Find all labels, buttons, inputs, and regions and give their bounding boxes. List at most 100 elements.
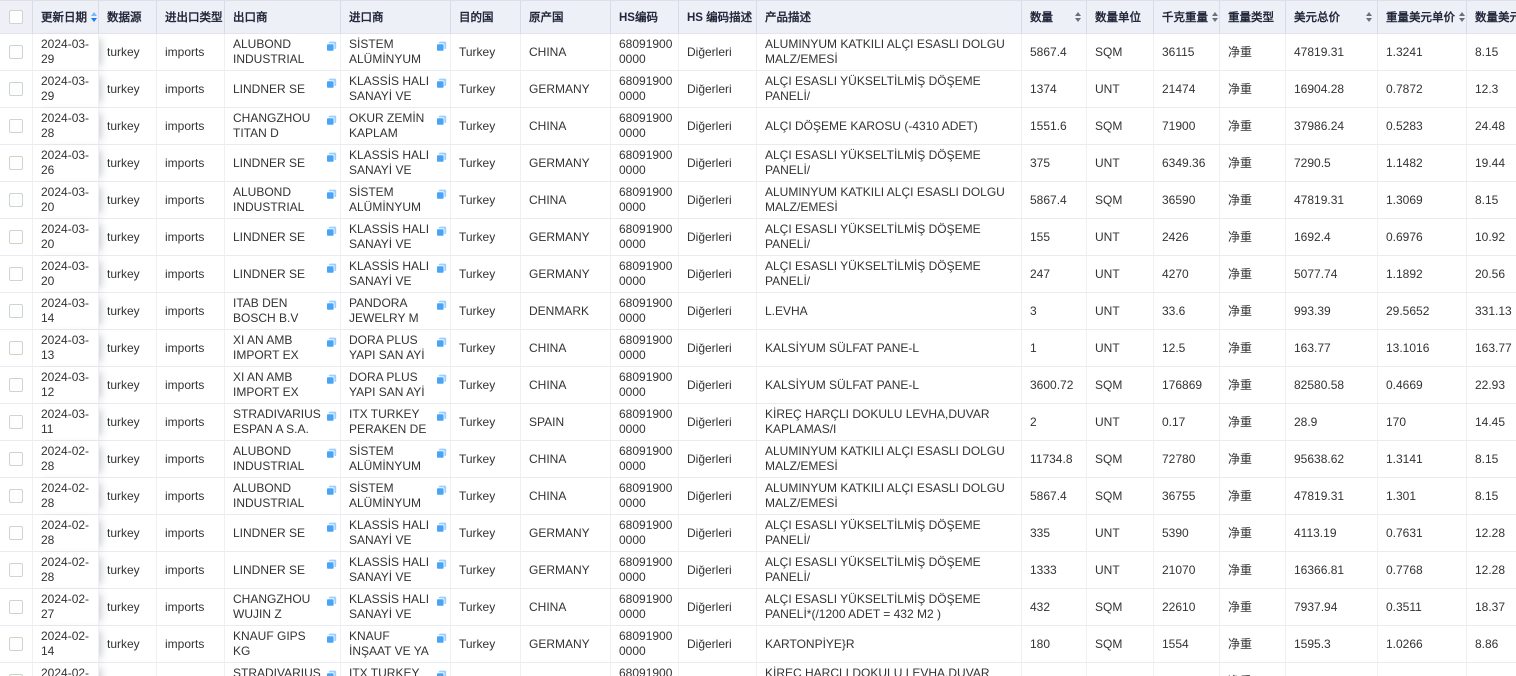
copy-icon[interactable] <box>326 189 337 200</box>
cell-text: LINDNER SE <box>233 230 323 245</box>
copy-icon[interactable] <box>436 411 447 422</box>
copy-icon[interactable] <box>326 559 337 570</box>
column-header-usd_total[interactable]: 美元总价 <box>1286 1 1378 34</box>
copy-icon[interactable] <box>436 485 447 496</box>
copy-icon[interactable] <box>436 559 447 570</box>
copy-icon[interactable] <box>436 300 447 311</box>
cell-trade_type: imports <box>157 34 225 71</box>
cell-usd_per_qty: 20.56 <box>1467 256 1516 293</box>
copy-icon[interactable] <box>436 41 447 52</box>
cell-product_desc: KALSİYUM SÜLFAT PANE-L <box>757 330 1022 367</box>
cell-origin_country: SPAIN <box>521 663 611 676</box>
row-checkbox[interactable] <box>9 304 23 318</box>
copy-icon[interactable] <box>326 411 337 422</box>
copy-icon[interactable] <box>436 115 447 126</box>
table-row: 2024-03-20turkeyimportsLINDNER SEKLASSİS… <box>0 219 1516 256</box>
copy-icon[interactable] <box>326 300 337 311</box>
cell-usd_per_weight: 1.1892 <box>1378 256 1467 293</box>
copy-icon[interactable] <box>436 189 447 200</box>
row-checkbox[interactable] <box>9 193 23 207</box>
row-checkbox[interactable] <box>9 637 23 651</box>
copy-icon[interactable] <box>436 670 447 676</box>
cell-kg_weight: 71900 <box>1154 108 1220 145</box>
copy-icon[interactable] <box>436 522 447 533</box>
cell-importer: KLASSİS HALI SANAYİ VE TİCARET ANONİM <box>341 71 451 108</box>
column-header-kg_weight[interactable]: 千克重量 <box>1154 1 1220 34</box>
row-select-cell <box>0 441 33 478</box>
cell-quantity_unit: UNT <box>1087 145 1154 182</box>
row-checkbox[interactable] <box>9 378 23 392</box>
column-label: 更新日期 <box>41 9 87 25</box>
copy-icon[interactable] <box>436 263 447 274</box>
column-header-update_date[interactable]: 更新日期 <box>33 1 99 34</box>
copy-icon[interactable] <box>436 226 447 237</box>
row-checkbox[interactable] <box>9 119 23 133</box>
row-checkbox[interactable] <box>9 600 23 614</box>
row-checkbox[interactable] <box>9 230 23 244</box>
cell-weight_type: 净重 <box>1220 219 1286 256</box>
sort-icon[interactable] <box>1208 12 1218 22</box>
cell-kg_weight: 5390 <box>1154 515 1220 552</box>
row-checkbox[interactable] <box>9 267 23 281</box>
cell-hs_code_desc: Diğerleri <box>679 478 757 515</box>
cell-quantity_unit: SQM <box>1087 182 1154 219</box>
copy-icon[interactable] <box>326 78 337 89</box>
cell-weight_type: 净重 <box>1220 552 1286 589</box>
row-checkbox[interactable] <box>9 82 23 96</box>
copy-icon[interactable] <box>436 448 447 459</box>
copy-icon[interactable] <box>436 152 447 163</box>
copy-icon[interactable] <box>326 263 337 274</box>
copy-icon[interactable] <box>436 337 447 348</box>
copy-icon[interactable] <box>326 337 337 348</box>
cell-text: SİSTEM ALÜMİNYUM SANAYİ VE TİCARET A <box>349 481 433 511</box>
cell-origin_country: CHINA <box>521 367 611 404</box>
cell-importer: DORA PLUS YAPI SAN AYİ ANONİM ŞİRKETİ <box>341 330 451 367</box>
copy-icon[interactable] <box>326 485 337 496</box>
row-checkbox[interactable] <box>9 489 23 503</box>
row-select-cell <box>0 552 33 589</box>
copy-icon[interactable] <box>326 226 337 237</box>
caret-up-icon <box>91 12 97 16</box>
copy-icon[interactable] <box>436 633 447 644</box>
sort-icon[interactable] <box>1455 12 1465 22</box>
column-header-usd_per_weight[interactable]: 重量美元单价 <box>1378 1 1467 34</box>
cell-trade_type: imports <box>157 552 225 589</box>
cell-text: SİSTEM ALÜMİNYUM SANAYİ VE TİCARET A <box>349 185 433 215</box>
cell-exporter: CHANGZHOU TITAN D ECORATION MATERIAL <box>225 108 341 145</box>
copy-icon[interactable] <box>326 115 337 126</box>
row-checkbox[interactable] <box>9 415 23 429</box>
sort-icon[interactable] <box>87 12 97 22</box>
copy-icon[interactable] <box>436 374 447 385</box>
sort-icon[interactable] <box>1071 12 1081 22</box>
copy-icon[interactable] <box>326 633 337 644</box>
row-checkbox[interactable] <box>9 341 23 355</box>
copy-icon[interactable] <box>436 596 447 607</box>
row-checkbox[interactable] <box>9 156 23 170</box>
row-select-cell <box>0 515 33 552</box>
sort-icon[interactable] <box>1362 12 1372 22</box>
row-checkbox[interactable] <box>9 526 23 540</box>
copy-icon[interactable] <box>326 448 337 459</box>
cell-destination_country: Turkey <box>451 256 521 293</box>
copy-icon[interactable] <box>326 374 337 385</box>
column-header-usd_per_qty[interactable]: 数量美元单价 <box>1467 1 1516 34</box>
copy-icon[interactable] <box>326 670 337 676</box>
column-label: HS 编码描述 <box>687 9 752 25</box>
column-header-quantity[interactable]: 数量 <box>1022 1 1087 34</box>
copy-icon[interactable] <box>326 152 337 163</box>
copy-icon[interactable] <box>326 41 337 52</box>
row-checkbox[interactable] <box>9 452 23 466</box>
copy-icon[interactable] <box>326 596 337 607</box>
table-row: 2024-03-28turkeyimportsCHANGZHOU TITAN D… <box>0 108 1516 145</box>
cell-data_source: turkey <box>99 219 157 256</box>
row-checkbox[interactable] <box>9 563 23 577</box>
copy-icon[interactable] <box>326 522 337 533</box>
row-checkbox[interactable] <box>9 45 23 59</box>
copy-icon[interactable] <box>436 78 447 89</box>
cell-importer: ITX TURKEY PERAKEN DE İTHALAT İHRACAT <box>341 404 451 441</box>
cell-origin_country: DENMARK <box>521 293 611 330</box>
cell-data_source: turkey <box>99 293 157 330</box>
row-select-cell <box>0 367 33 404</box>
select-all-checkbox[interactable] <box>9 10 23 24</box>
cell-trade_type: imports <box>157 404 225 441</box>
